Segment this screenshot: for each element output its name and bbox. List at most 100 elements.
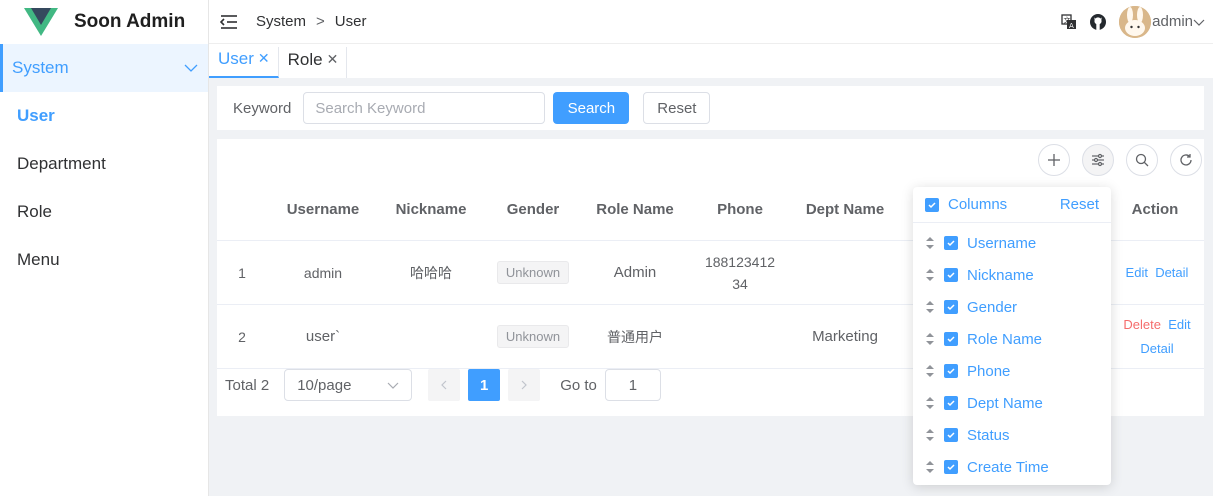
column-toggle-item[interactable]: Dept Name xyxy=(913,387,1111,419)
logo: Soon Admin xyxy=(0,0,208,44)
translate-icon[interactable]: 文 A xyxy=(1061,13,1077,30)
chevron-down-icon xyxy=(184,64,198,72)
gender-tag: Unknown xyxy=(496,261,570,284)
chevron-down-icon[interactable] xyxy=(1193,16,1205,28)
search-icon xyxy=(1135,153,1149,167)
breadcrumb: System > User xyxy=(256,13,366,30)
sidebar-item-role[interactable]: Role xyxy=(0,188,208,236)
search-button[interactable]: Search xyxy=(553,92,630,124)
close-icon[interactable]: ✕ xyxy=(327,51,339,68)
drag-handle-icon[interactable] xyxy=(926,301,934,313)
goto-label: Go to xyxy=(560,376,597,394)
row-actions: Edit Detail xyxy=(1112,261,1202,285)
github-icon[interactable] xyxy=(1089,13,1107,31)
edit-button[interactable]: Edit xyxy=(1168,317,1190,332)
reset-button[interactable]: Reset xyxy=(643,92,711,124)
add-button[interactable] xyxy=(1038,144,1070,176)
drag-handle-icon[interactable] xyxy=(926,429,934,441)
gender-tag: Unknown xyxy=(496,325,570,348)
next-page-button[interactable] xyxy=(508,369,541,401)
edit-button[interactable]: Edit xyxy=(1126,265,1148,280)
column-checkbox[interactable] xyxy=(944,332,958,346)
sidebar-item-department[interactable]: Department xyxy=(0,140,208,188)
avatar[interactable] xyxy=(1119,5,1152,38)
cell-role: Admin xyxy=(613,264,657,281)
prev-page-button[interactable] xyxy=(428,369,461,401)
column-toggle-item[interactable]: Gender xyxy=(913,291,1111,323)
column-toggle-item[interactable]: Create Time xyxy=(913,451,1111,483)
tab-label: User xyxy=(218,48,254,68)
sidebar-item-label: Role xyxy=(17,202,52,221)
column-header: Role Name xyxy=(596,201,674,218)
check-all-checkbox[interactable] xyxy=(925,197,939,212)
detail-button[interactable]: Detail xyxy=(1140,341,1173,356)
drag-handle-icon[interactable] xyxy=(926,365,934,377)
bunny-avatar-icon xyxy=(1119,5,1152,38)
column-checkbox[interactable] xyxy=(944,364,958,378)
breadcrumb-item[interactable]: System xyxy=(256,13,306,30)
checkmark-icon xyxy=(928,201,936,208)
column-toggle-item[interactable]: Phone xyxy=(913,355,1111,387)
search-form: Keyword Search Keyword Search Reset xyxy=(217,86,1204,130)
sidebar-item-label: User xyxy=(17,106,55,125)
column-toggle-item[interactable]: Username xyxy=(913,227,1111,259)
column-toggle-item[interactable]: Status xyxy=(913,419,1111,451)
column-checkbox[interactable] xyxy=(944,300,958,314)
tags-view: User ✕ Role ✕ xyxy=(209,45,1213,78)
chevron-left-icon xyxy=(441,380,447,390)
column-toggle-item[interactable]: Role Name xyxy=(913,323,1111,355)
sidebar-group-label: System xyxy=(12,58,69,77)
checkmark-icon xyxy=(947,400,955,407)
sidebar-item-label: Department xyxy=(17,154,106,173)
column-checkbox[interactable] xyxy=(944,460,958,474)
columns-reset-button[interactable]: Reset xyxy=(1060,196,1099,213)
vue-logo-icon xyxy=(24,8,58,36)
column-list: Username Nickname Gender Role Name Phone Dept… xyxy=(913,223,1111,483)
search-input[interactable]: Search Keyword xyxy=(303,92,546,124)
checkmark-icon xyxy=(947,272,955,279)
column-toggle-label: Nickname xyxy=(967,266,1034,284)
column-toggle-label: Phone xyxy=(967,362,1011,380)
header: System > User 文 A admin xyxy=(209,0,1213,44)
search-toggle-button[interactable] xyxy=(1126,144,1158,176)
user-name[interactable]: admin xyxy=(1152,13,1193,30)
checkmark-icon xyxy=(947,368,955,375)
column-checkbox[interactable] xyxy=(944,236,958,250)
column-settings-popover: Columns Reset Username Nickname Gender Role… xyxy=(913,187,1111,485)
page-size-select[interactable]: 10/page xyxy=(284,369,413,401)
page-size-value: 10/page xyxy=(297,376,352,394)
drag-handle-icon[interactable] xyxy=(926,397,934,409)
tab-user[interactable]: User ✕ xyxy=(209,47,279,78)
column-header: Dept Name xyxy=(805,201,885,218)
tab-label: Role xyxy=(287,49,323,69)
checkmark-icon xyxy=(947,304,955,311)
pagination: Total 2 10/page 1 Go to 1 xyxy=(217,369,661,401)
detail-button[interactable]: Detail xyxy=(1155,265,1188,280)
column-settings-button[interactable] xyxy=(1082,144,1114,176)
sidebar-group-system[interactable]: System xyxy=(0,44,208,92)
refresh-button[interactable] xyxy=(1170,144,1202,176)
chevron-down-icon xyxy=(387,382,399,389)
drag-handle-icon[interactable] xyxy=(926,269,934,281)
cell-username: user` xyxy=(305,328,341,345)
chevron-right-icon xyxy=(521,380,528,390)
menu-fold-icon[interactable] xyxy=(220,14,238,30)
refresh-icon xyxy=(1180,154,1192,166)
page-number-button[interactable]: 1 xyxy=(468,369,501,401)
drag-handle-icon[interactable] xyxy=(926,237,934,249)
drag-handle-icon[interactable] xyxy=(926,333,934,345)
column-header: Username xyxy=(286,201,360,218)
drag-handle-icon[interactable] xyxy=(926,461,934,473)
plus-icon xyxy=(1048,154,1060,166)
sidebar-item-menu[interactable]: Menu xyxy=(0,236,208,284)
cell-nickname: 哈哈哈 xyxy=(410,264,452,281)
column-checkbox[interactable] xyxy=(944,396,958,410)
delete-button[interactable]: Delete xyxy=(1123,317,1161,332)
column-checkbox[interactable] xyxy=(944,268,958,282)
tab-role[interactable]: Role ✕ xyxy=(279,47,348,78)
goto-input[interactable]: 1 xyxy=(604,369,661,401)
column-toggle-item[interactable]: Nickname xyxy=(913,259,1111,291)
sidebar-item-user[interactable]: User xyxy=(0,92,208,140)
column-checkbox[interactable] xyxy=(944,428,958,442)
close-icon[interactable]: ✕ xyxy=(258,50,270,67)
